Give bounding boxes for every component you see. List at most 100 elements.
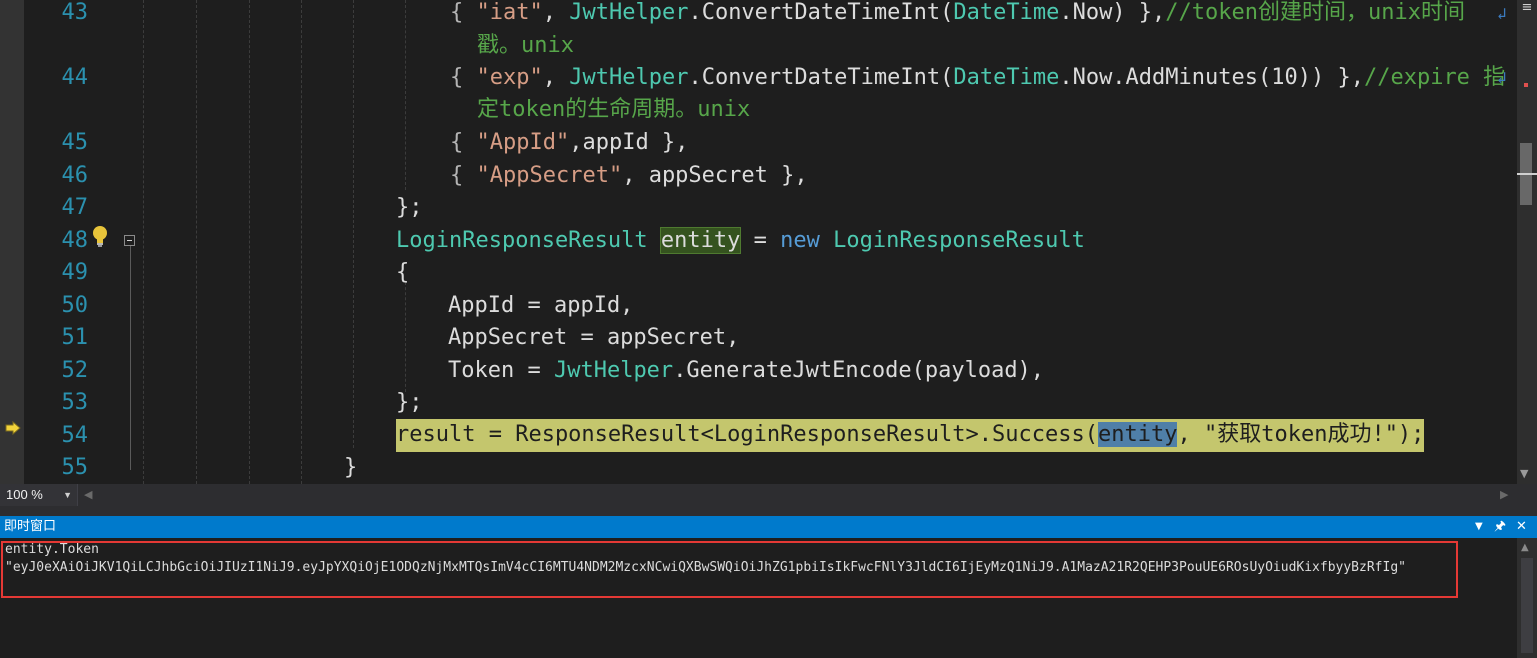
- code-token-entity-reference[interactable]: entity: [659, 227, 742, 254]
- scroll-up-icon[interactable]: ▲: [1521, 542, 1529, 553]
- code-text: 戳。unix: [477, 30, 574, 62]
- code-comment: //expire 指: [1363, 65, 1506, 90]
- split-window-icon[interactable]: ≡: [1519, 0, 1535, 16]
- code-line-45[interactable]: 45 { "AppId",appId },: [0, 127, 1517, 159]
- scroll-down-icon[interactable]: ▼: [1520, 467, 1528, 480]
- code-text: {: [396, 257, 409, 289]
- code-token: DateTime: [953, 0, 1060, 25]
- code-token: {: [450, 65, 477, 90]
- code-token: JwtHelper: [569, 0, 689, 25]
- code-token: .Now.AddMinutes(10)) },: [1059, 65, 1364, 90]
- code-token: "iat": [476, 0, 543, 25]
- code-token: , appSecret },: [622, 163, 808, 188]
- code-token: JwtHelper: [569, 65, 689, 90]
- code-line-53[interactable]: 53 };: [0, 387, 1517, 419]
- breakpoint-marker: [1524, 83, 1528, 87]
- line-number: 54: [61, 423, 89, 448]
- code-token: .ConvertDateTimeInt(: [688, 65, 954, 90]
- code-token: ,appId },: [569, 130, 689, 155]
- code-token: =: [740, 228, 781, 253]
- line-number: 43: [61, 0, 89, 25]
- word-wrap-icon: ↲: [1497, 68, 1507, 87]
- code-text: Token = JwtHelper.GenerateJwtEncode(payl…: [448, 355, 1044, 387]
- window-position-icon[interactable]: ▼: [1475, 516, 1483, 538]
- code-text: AppSecret = appSecret,: [448, 322, 739, 354]
- chevron-down-icon[interactable]: ▼: [63, 484, 72, 506]
- line-number: 51: [61, 325, 89, 350]
- line-number: 44: [61, 65, 89, 90]
- code-line-48[interactable]: 48 LoginResponseResult entity = new Logi…: [0, 225, 1517, 257]
- code-token: }: [344, 455, 358, 480]
- panel-splitter[interactable]: [0, 507, 1537, 516]
- code-token: "exp": [476, 65, 543, 90]
- code-token: Token =: [448, 358, 554, 383]
- zoom-dropdown[interactable]: 100 % ▼: [0, 484, 78, 506]
- code-text: }: [344, 452, 357, 484]
- code-token: "AppSecret": [476, 163, 623, 188]
- editor-vertical-scrollbar[interactable]: ≡ ▼: [1517, 0, 1537, 484]
- annotation-box: [1, 541, 1458, 598]
- code-line-wrapped[interactable]: 戳。unix: [0, 30, 1517, 62]
- code-text: AppId = appId,: [448, 290, 633, 322]
- code-line-50[interactable]: 50 AppId = appId,: [0, 290, 1517, 322]
- line-number: 49: [61, 260, 89, 285]
- code-keyword: new: [780, 228, 820, 253]
- scroll-right-icon[interactable]: ▶: [1500, 488, 1508, 501]
- scrollbar-thumb[interactable]: [1521, 558, 1533, 653]
- immediate-window-header[interactable]: 即时窗口 ▼ 🖈 ✕: [0, 516, 1537, 538]
- code-token: };: [396, 195, 423, 220]
- code-comment: 戳。unix: [477, 33, 574, 58]
- code-text: { "AppSecret", appSecret },: [450, 160, 808, 192]
- code-line-54[interactable]: 54: [0, 420, 1517, 452]
- code-line-47[interactable]: 47 };: [0, 192, 1517, 224]
- code-editor[interactable]: result = ResponseResult<LoginResponseRes…: [0, 0, 1537, 484]
- code-line-51[interactable]: 51 AppSecret = appSecret,: [0, 322, 1517, 354]
- line-number: 55: [61, 455, 89, 480]
- code-token: };: [396, 390, 423, 415]
- code-token: .ConvertDateTimeInt(: [688, 0, 954, 25]
- code-token: "AppId": [476, 130, 570, 155]
- line-number: 46: [61, 163, 89, 188]
- code-token: DateTime: [953, 65, 1060, 90]
- line-number: 53: [61, 390, 89, 415]
- close-icon[interactable]: ✕: [1516, 516, 1527, 538]
- code-text: 定token的生命周期。unix: [477, 94, 750, 126]
- code-line-43[interactable]: 43 { "iat", JwtHelper.ConvertDateTimeInt…: [0, 0, 1517, 29]
- line-number: 52: [61, 358, 89, 383]
- code-text: { "exp", JwtHelper.ConvertDateTimeInt(Da…: [450, 62, 1505, 94]
- pin-icon[interactable]: 🖈: [1494, 516, 1506, 538]
- code-token: AppId = appId,: [448, 293, 634, 318]
- code-token: ,: [542, 0, 570, 25]
- code-token: LoginResponseResult: [396, 228, 648, 253]
- code-text: LoginResponseResult entity = new LoginRe…: [396, 225, 1085, 257]
- caret-position-marker: [1517, 173, 1537, 175]
- code-token: {: [450, 130, 477, 155]
- code-token: JwtHelper: [553, 358, 674, 383]
- code-line-49[interactable]: 49 {: [0, 257, 1517, 289]
- editor-status-bar: 100 % ▼ ◀ ▶: [0, 484, 1537, 507]
- code-line-wrapped[interactable]: 定token的生命周期。unix: [0, 94, 1517, 126]
- code-line-55[interactable]: 55 }: [0, 452, 1517, 484]
- code-token: LoginResponseResult: [833, 228, 1085, 253]
- code-token: {: [450, 163, 477, 188]
- code-text: { "AppId",appId },: [450, 127, 688, 159]
- code-line-46[interactable]: 46 { "AppSecret", appSecret },: [0, 160, 1517, 192]
- code-token: {: [450, 0, 477, 25]
- scroll-left-icon[interactable]: ◀: [84, 488, 92, 501]
- code-token: AppSecret = appSecret,: [448, 325, 740, 350]
- word-wrap-icon: ↲: [1497, 4, 1507, 23]
- code-line-52[interactable]: 52 Token = JwtHelper.GenerateJwtEncode(p…: [0, 355, 1517, 387]
- code-token: .Now) },: [1059, 0, 1166, 25]
- line-number: 50: [61, 293, 89, 318]
- zoom-value: 100 %: [6, 487, 43, 502]
- code-token: ,: [542, 65, 570, 90]
- immediate-window-content[interactable]: entity.Token "eyJ0eXAiOiJKV1QiLCJhbGciOi…: [0, 538, 1537, 658]
- code-text: };: [396, 192, 423, 224]
- line-number: 48: [61, 228, 89, 253]
- immediate-window-title: 即时窗口: [4, 519, 57, 534]
- code-line-44[interactable]: 44 { "exp", JwtHelper.ConvertDateTimeInt…: [0, 62, 1517, 94]
- immediate-vertical-scrollbar[interactable]: ▲: [1517, 538, 1537, 658]
- code-text: };: [396, 387, 423, 419]
